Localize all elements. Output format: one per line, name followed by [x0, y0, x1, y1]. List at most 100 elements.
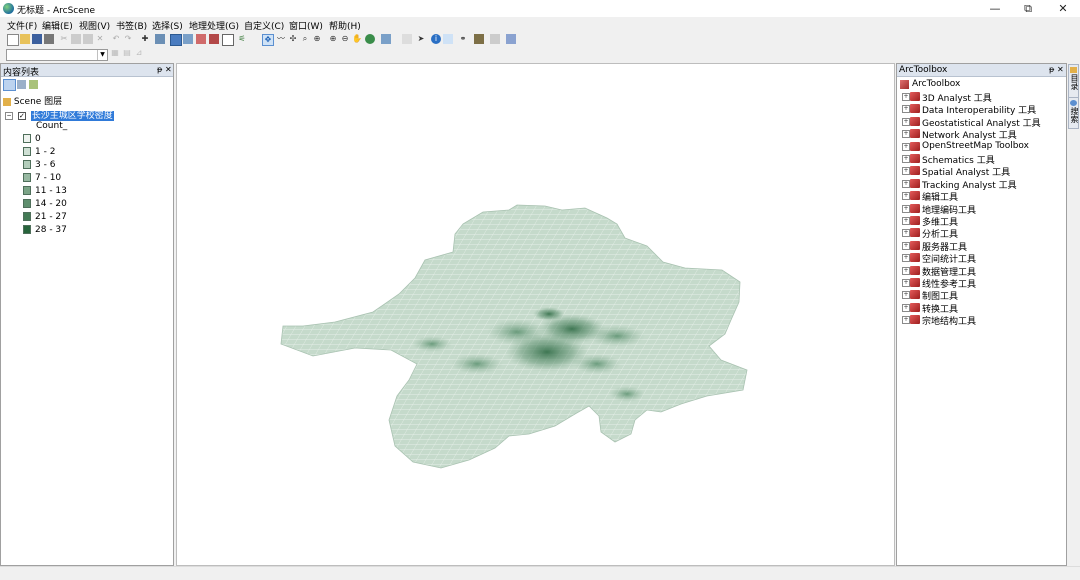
pin-icon[interactable]: ᵽ — [157, 64, 162, 76]
layer-icon[interactable]: ▦ — [110, 48, 120, 58]
menu-bookmarks[interactable]: 书签(B) — [116, 19, 147, 32]
delete-icon[interactable]: ✕ — [95, 34, 105, 44]
open-folder-icon[interactable] — [20, 34, 30, 44]
menu-geoprocessing[interactable]: 地理处理(G) — [189, 19, 239, 32]
list-by-drawing-order-icon[interactable] — [3, 79, 16, 91]
copy-icon[interactable] — [71, 34, 81, 44]
3d-effects-icon[interactable] — [490, 34, 500, 44]
search-tab[interactable]: 搜索 — [1068, 97, 1079, 129]
center-target-icon[interactable]: ✣ — [288, 34, 298, 44]
legend-swatch[interactable] — [23, 173, 31, 182]
expand-icon[interactable]: + — [902, 316, 910, 325]
list-by-source-icon[interactable] — [17, 80, 26, 89]
measure-icon[interactable] — [474, 34, 484, 44]
toolbox-item-label: OpenStreetMap Toolbox — [922, 140, 1029, 151]
close-button[interactable]: ✕ — [1048, 1, 1078, 16]
expand-icon[interactable]: + — [902, 192, 910, 201]
toolbox-icon — [910, 253, 920, 263]
expand-icon[interactable]: + — [902, 217, 910, 225]
expand-icon[interactable]: + — [902, 167, 910, 176]
paste-icon[interactable] — [83, 34, 93, 44]
select-arrow-icon[interactable]: ➤ — [416, 34, 426, 44]
redo-icon[interactable]: ↷ — [123, 34, 133, 44]
catalog-tab[interactable]: 目录 — [1068, 64, 1079, 100]
scene-view[interactable] — [176, 63, 895, 566]
expand-icon[interactable]: + — [902, 93, 910, 101]
legend-swatch[interactable] — [23, 199, 31, 208]
expand-icon[interactable]: + — [902, 105, 910, 114]
arctoolbox-title: ArcToolbox — [899, 65, 948, 75]
undo-icon[interactable]: ↶ — [111, 34, 121, 44]
minimize-button[interactable]: — — [980, 1, 1010, 16]
expand-icon[interactable]: + — [902, 142, 910, 151]
expand-icon[interactable]: + — [902, 155, 910, 163]
expand-icon[interactable]: + — [902, 229, 910, 238]
collapse-icon[interactable]: − — [5, 111, 13, 120]
menu-windows[interactable]: 窗口(W) — [289, 19, 323, 32]
menu-view[interactable]: 视图(V) — [79, 19, 110, 32]
animation-icon[interactable] — [196, 34, 206, 44]
scene-window-icon[interactable] — [402, 34, 412, 44]
close-icon[interactable]: ✕ — [165, 64, 172, 76]
html-popup-icon[interactable] — [443, 34, 453, 44]
toolbox-item-label: 编辑工具 — [922, 193, 959, 204]
expand-icon[interactable]: + — [902, 117, 910, 126]
save-icon[interactable] — [32, 34, 42, 44]
expand-icon[interactable]: + — [902, 204, 910, 213]
zoom-out-icon[interactable]: ⊖ — [340, 34, 350, 44]
legend-swatch[interactable] — [23, 147, 31, 156]
toolbox-icon[interactable] — [506, 34, 516, 44]
expand-icon[interactable]: + — [902, 179, 910, 188]
zoom-in-icon[interactable]: ⊕ — [328, 34, 338, 44]
camera-icon[interactable] — [209, 34, 219, 44]
scene-layers-node[interactable]: Scene 图层 — [3, 94, 62, 107]
window-icon[interactable] — [222, 34, 234, 46]
pin-icon[interactable]: ᵽ — [1049, 64, 1054, 76]
menu-help[interactable]: 帮助(H) — [329, 19, 361, 32]
print-icon[interactable] — [44, 34, 54, 44]
draw-icon[interactable]: ⊿ — [134, 48, 144, 58]
expand-icon[interactable]: + — [902, 279, 910, 287]
graph-icon[interactable]: ⚟ — [237, 34, 247, 44]
legend-swatch[interactable] — [23, 160, 31, 169]
list-by-visibility-icon[interactable] — [29, 80, 38, 89]
toolbox-icon — [910, 216, 920, 225]
expand-icon[interactable]: + — [902, 254, 910, 263]
identify-icon[interactable]: i — [431, 34, 441, 44]
layer-properties-icon[interactable] — [155, 34, 165, 44]
find-icon[interactable]: ⚭ — [458, 34, 468, 44]
toc-panel: 内容列表 ᵽ ✕ Scene 图层 − ✓ 长沙主城区学校密度 Count_ 0… — [0, 63, 174, 566]
expand-icon[interactable]: + — [902, 303, 910, 312]
menu-customize[interactable]: 自定义(C) — [244, 19, 284, 32]
legend-swatch[interactable] — [23, 186, 31, 195]
3d-map-canvas[interactable] — [177, 64, 894, 565]
maximize-button[interactable]: ⧉ — [1013, 1, 1043, 16]
extrude-icon[interactable]: ▤ — [122, 48, 132, 58]
set-observer-icon[interactable]: ⊕ — [312, 34, 322, 44]
expand-icon[interactable]: + — [902, 241, 910, 250]
menu-selection[interactable]: 选择(S) — [152, 19, 183, 32]
expand-icon[interactable]: + — [902, 130, 910, 139]
close-icon[interactable]: ✕ — [1057, 64, 1064, 76]
full-screen-icon[interactable] — [170, 34, 182, 46]
layer-row[interactable]: − ✓ 长沙主城区学校密度 — [5, 108, 114, 121]
scene-properties-icon[interactable] — [183, 34, 193, 44]
fly-icon[interactable]: 〰 — [276, 34, 286, 44]
navigate-icon[interactable]: ✥ — [262, 34, 274, 46]
expand-icon[interactable]: + — [902, 291, 910, 300]
add-data-icon[interactable]: ✚ — [140, 34, 150, 44]
cut-icon[interactable]: ✂ — [59, 34, 69, 44]
pan-icon[interactable]: ✋ — [352, 34, 362, 44]
menu-edit[interactable]: 编辑(E) — [42, 19, 73, 32]
layer-visibility-checkbox[interactable]: ✓ — [17, 111, 26, 120]
expand-icon[interactable]: + — [902, 266, 910, 275]
legend-swatch[interactable] — [23, 134, 31, 143]
full-extent-icon[interactable] — [381, 34, 391, 44]
new-document-icon[interactable] — [7, 34, 19, 46]
legend-swatch[interactable] — [23, 212, 31, 221]
globe-icon[interactable] — [365, 34, 375, 44]
menu-file[interactable]: 文件(F) — [7, 19, 37, 32]
layer-name-label[interactable]: 长沙主城区学校密度 — [30, 111, 114, 121]
zoom-target-icon[interactable]: ⌕ — [300, 34, 310, 44]
legend-swatch[interactable] — [23, 225, 31, 234]
